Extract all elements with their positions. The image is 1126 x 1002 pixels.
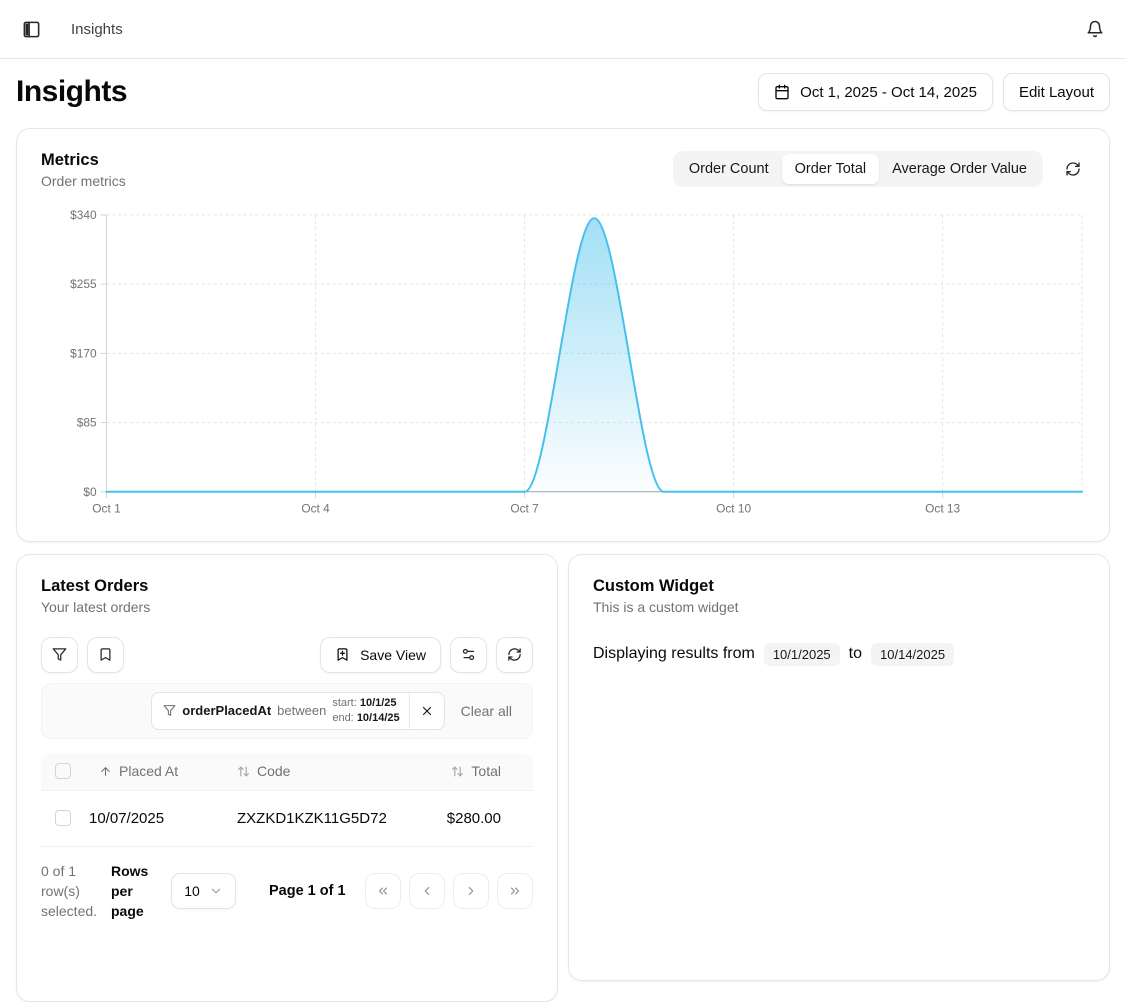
svg-text:Oct 13: Oct 13: [925, 502, 960, 516]
metrics-refresh-button[interactable]: [1061, 157, 1085, 181]
sort-both-icon: [237, 765, 250, 778]
latest-orders-card: Latest Orders Your latest orders: [16, 554, 558, 1002]
custom-widget-title: Custom Widget: [593, 577, 1085, 596]
clear-all-filters-button[interactable]: Clear all: [451, 695, 522, 727]
latest-orders-title: Latest Orders: [41, 577, 533, 596]
sort-both-icon: [451, 765, 464, 778]
sidebar-toggle-button[interactable]: [18, 16, 45, 43]
chevron-down-icon: [209, 884, 223, 898]
area-chart-svg: $0 $85 $170 $255 $340 Oct 1 Oct 4 Oct 7 Oct 10 Oc…: [41, 205, 1085, 519]
svg-text:Oct 10: Oct 10: [716, 502, 751, 516]
metric-tabs: Order Count Order Total Average Order Va…: [673, 151, 1043, 187]
notifications-button[interactable]: [1082, 16, 1108, 42]
sort-asc-icon: [99, 765, 112, 778]
next-page-button[interactable]: [453, 873, 489, 909]
cell-total: $280.00: [401, 810, 533, 827]
rows-per-page-label: Rows per page: [111, 861, 159, 922]
sliders-icon: [461, 647, 476, 662]
panel-left-icon: [22, 20, 41, 39]
orders-refresh-button[interactable]: [496, 637, 533, 673]
selected-rows-text: 0 of 1 row(s) selected.: [41, 861, 107, 922]
topbar: Insights: [0, 0, 1126, 59]
svg-text:$85: $85: [77, 416, 97, 430]
svg-text:$255: $255: [70, 277, 97, 291]
remove-filter-button[interactable]: [410, 693, 444, 729]
chevron-left-icon: [420, 884, 434, 898]
edit-layout-button[interactable]: Edit Layout: [1003, 73, 1110, 111]
last-page-button[interactable]: [497, 873, 533, 909]
svg-text:Oct 7: Oct 7: [510, 502, 539, 516]
svg-text:Oct 1: Oct 1: [92, 502, 121, 516]
bookmark-icon: [98, 647, 113, 662]
orders-toolbar: Save View: [41, 637, 533, 673]
calendar-icon: [774, 84, 790, 100]
metrics-subtitle: Order metrics: [41, 173, 126, 189]
chevrons-left-icon: [376, 884, 390, 898]
filter-chip-order-placed-at[interactable]: orderPlacedAt between start: 10/1/25 end…: [151, 692, 444, 730]
filter-range: start: 10/1/25 end: 10/14/25: [332, 696, 399, 726]
svg-text:$340: $340: [70, 208, 97, 222]
from-date-pill: 10/1/2025: [764, 643, 840, 666]
orders-table: Placed At Code Total: [41, 753, 533, 847]
cell-code: ZXZKD1KZK11G5D72: [235, 810, 401, 827]
first-page-button[interactable]: [365, 873, 401, 909]
tab-average-order-value[interactable]: Average Order Value: [879, 154, 1040, 184]
view-settings-button[interactable]: [450, 637, 487, 673]
tab-order-count[interactable]: Order Count: [676, 154, 782, 184]
table-row[interactable]: 10/07/2025 ZXZKD1KZK11G5D72 $280.00: [41, 791, 533, 847]
column-header-placed-at[interactable]: Placed At: [85, 763, 235, 779]
filter-funnel-icon: [52, 647, 67, 662]
svg-text:Oct 4: Oct 4: [301, 502, 330, 516]
filter-field: orderPlacedAt: [182, 703, 271, 718]
refresh-icon: [507, 647, 522, 662]
column-header-code[interactable]: Code: [235, 763, 401, 779]
tab-order-total[interactable]: Order Total: [782, 154, 879, 184]
metrics-title: Metrics: [41, 151, 126, 170]
custom-widget-body: Displaying results from 10/1/2025 to 10/…: [593, 643, 1085, 666]
column-header-total[interactable]: Total: [401, 763, 533, 779]
chevron-right-icon: [464, 884, 478, 898]
previous-page-button[interactable]: [409, 873, 445, 909]
page-title: Insights: [16, 75, 127, 109]
to-date-pill: 10/14/2025: [871, 643, 954, 666]
order-metrics-chart: $0 $85 $170 $255 $340 Oct 1 Oct 4 Oct 7 Oct 10 Oc…: [41, 205, 1085, 519]
metrics-card: Metrics Order metrics Order Count Order …: [16, 128, 1110, 542]
bell-icon: [1086, 20, 1104, 38]
latest-orders-subtitle: Your latest orders: [41, 599, 533, 615]
breadcrumb: Insights: [71, 21, 123, 38]
row-checkbox[interactable]: [55, 810, 71, 826]
filter-operator: between: [277, 703, 326, 718]
page-size-select[interactable]: 10: [171, 873, 236, 909]
custom-widget-card: Custom Widget This is a custom widget Di…: [568, 554, 1110, 981]
svg-text:$0: $0: [83, 485, 97, 499]
close-icon: [420, 704, 434, 718]
page-info: Page 1 of 1: [269, 883, 346, 899]
select-all-checkbox[interactable]: [55, 763, 71, 779]
chevrons-right-icon: [508, 884, 522, 898]
save-view-button[interactable]: Save View: [320, 637, 441, 673]
refresh-icon: [1065, 161, 1081, 177]
date-range-picker[interactable]: Oct 1, 2025 - Oct 14, 2025: [758, 73, 993, 111]
filter-funnel-icon: [163, 704, 176, 717]
cell-placed-at: 10/07/2025: [85, 810, 235, 827]
pagination-controls: [365, 873, 533, 909]
filter-button[interactable]: [41, 637, 78, 673]
custom-widget-subtitle: This is a custom widget: [593, 599, 1085, 615]
svg-text:$170: $170: [70, 346, 97, 360]
table-footer: 0 of 1 row(s) selected. Rows per page 10…: [41, 861, 533, 922]
bookmark-plus-icon: [335, 647, 350, 662]
table-header-row: Placed At Code Total: [41, 753, 533, 791]
saved-views-button[interactable]: [87, 637, 124, 673]
active-filters-bar: orderPlacedAt between start: 10/1/25 end…: [41, 683, 533, 739]
page-header: Insights Oct 1, 2025 - Oct 14, 2025 Edit…: [16, 73, 1110, 111]
date-range-value: Oct 1, 2025 - Oct 14, 2025: [800, 84, 977, 101]
